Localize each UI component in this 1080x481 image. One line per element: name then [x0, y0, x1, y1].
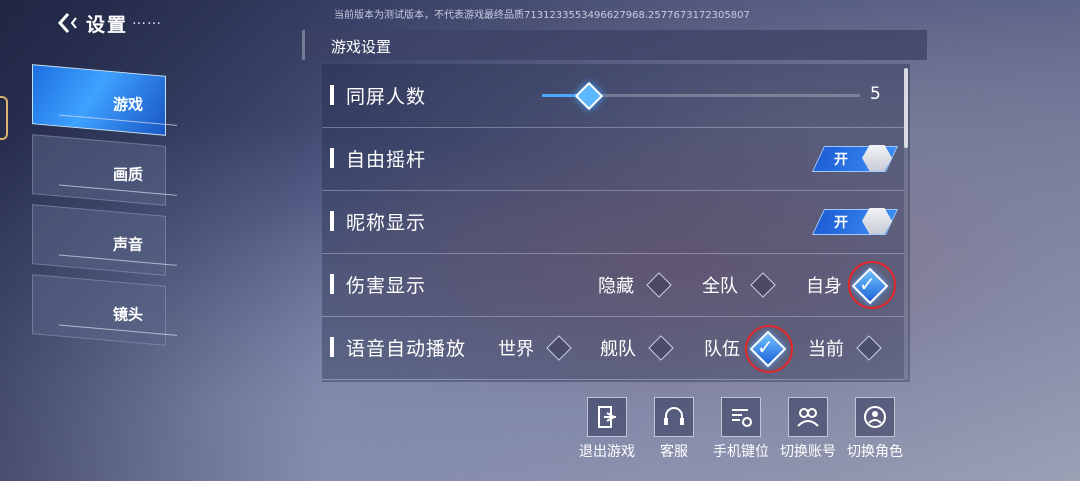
switch-account-icon	[788, 397, 828, 437]
scrollbar-thumb[interactable]	[904, 68, 908, 148]
back-arrow-icon[interactable]	[52, 8, 82, 38]
nickname-toggle[interactable]: 开	[811, 206, 899, 236]
tab-label: 画质	[112, 165, 143, 184]
settings-list[interactable]: 同屏人数 5 自由摇杆 开 昵称显示 开 伤害显示 隐藏 全队 自身 ✓ 语音自…	[322, 64, 910, 382]
tab-label: 声音	[112, 235, 143, 254]
tab-sound[interactable]: 声音	[32, 204, 177, 276]
tab-camera[interactable]: 镜头	[32, 274, 177, 346]
setting-row-damage: 伤害显示 隐藏 全队 自身 ✓	[322, 253, 904, 317]
keymap-settings-icon	[721, 397, 761, 437]
phone-keymap-button[interactable]: 手机键位	[711, 397, 771, 461]
page-title: 设置	[86, 14, 129, 36]
checkbox[interactable]	[856, 335, 882, 361]
setting-row-nickname: 昵称显示 开	[322, 190, 904, 254]
settings-panel: 游戏设置 同屏人数 5 自由摇杆 开 昵称显示 开 伤害显示 隐藏 全队 自身 …	[302, 30, 927, 382]
checkbox[interactable]	[546, 335, 572, 361]
section-title: 游戏设置	[331, 38, 392, 56]
highlight-ring	[745, 325, 793, 373]
switch-account-button[interactable]: 切换账号	[778, 397, 838, 461]
exit-door-icon	[587, 397, 627, 437]
setting-label: 自由摇杆	[346, 149, 427, 171]
free-joystick-toggle[interactable]: 开	[811, 143, 899, 173]
toggle-label: 开	[834, 215, 848, 231]
tab-graphics[interactable]: 画质	[32, 134, 177, 206]
title-dots: ……	[132, 12, 162, 28]
screen-people-slider[interactable]	[542, 81, 860, 111]
toggle-label: 开	[834, 152, 848, 168]
setting-label: 同屏人数	[346, 86, 427, 108]
exit-game-button[interactable]: 退出游戏	[577, 397, 637, 461]
section-header: 游戏设置	[302, 30, 927, 60]
version-notice: 当前版本为测试版本，不代表游戏最终品质7131233553496627968.2…	[334, 10, 750, 21]
customer-service-button[interactable]: 客服	[644, 397, 704, 461]
tab-label: 镜头	[112, 305, 143, 324]
setting-row-free-joystick: 自由摇杆 开	[322, 127, 904, 191]
scrollbar[interactable]	[904, 68, 908, 380]
switch-character-icon	[855, 397, 895, 437]
setting-row-voice: 语音自动播放 世界 舰队 队伍 ✓ 当前	[322, 316, 904, 380]
switch-character-button[interactable]: 切换角色	[845, 397, 905, 461]
setting-label: 伤害显示	[346, 275, 427, 297]
tab-label: 游戏	[112, 95, 143, 114]
slider-knob[interactable]	[574, 81, 603, 111]
headset-icon	[654, 397, 694, 437]
slider-value: 5	[870, 84, 881, 104]
highlight-ring	[848, 261, 896, 309]
setting-label: 语音自动播放	[346, 338, 467, 360]
setting-label: 昵称显示	[346, 212, 427, 234]
checkbox[interactable]	[750, 272, 776, 298]
setting-row-screen-people: 同屏人数 5	[322, 64, 904, 128]
checkbox[interactable]	[648, 335, 674, 361]
tab-game[interactable]: 游戏	[32, 64, 177, 136]
tab-edge-marker	[0, 96, 8, 140]
checkbox[interactable]	[646, 272, 672, 298]
